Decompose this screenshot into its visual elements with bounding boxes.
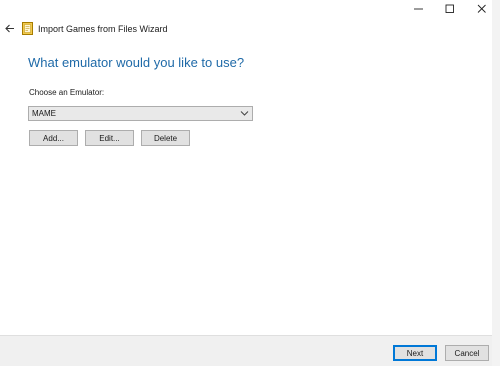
back-button[interactable] [2, 20, 18, 36]
back-arrow-icon [5, 24, 14, 32]
minimize-button[interactable] [402, 0, 436, 18]
add-emulator-button[interactable]: Add... [29, 130, 78, 146]
cancel-button[interactable]: Cancel [445, 345, 489, 361]
maximize-icon [445, 4, 454, 13]
wizard-window: Import Games from Files Wizard What emul… [0, 0, 500, 366]
emulator-selected-value: MAME [32, 109, 56, 118]
next-button[interactable]: Next [393, 345, 437, 361]
minimize-icon [414, 8, 423, 10]
wizard-heading: What emulator would you like to use? [28, 55, 245, 70]
chevron-down-icon [240, 111, 249, 116]
delete-emulator-button[interactable]: Delete [141, 130, 190, 146]
close-icon [477, 4, 486, 13]
maximize-button[interactable] [433, 0, 467, 18]
window-edge [492, 0, 500, 366]
edit-emulator-button[interactable]: Edit... [85, 130, 134, 146]
app-icon [22, 22, 33, 35]
emulator-select[interactable]: MAME [28, 106, 253, 121]
emulator-label: Choose an Emulator: [29, 88, 105, 97]
window-title: Import Games from Files Wizard [38, 24, 168, 34]
title-bar: Import Games from Files Wizard [0, 0, 500, 40]
wizard-footer: Next Cancel [0, 335, 500, 366]
